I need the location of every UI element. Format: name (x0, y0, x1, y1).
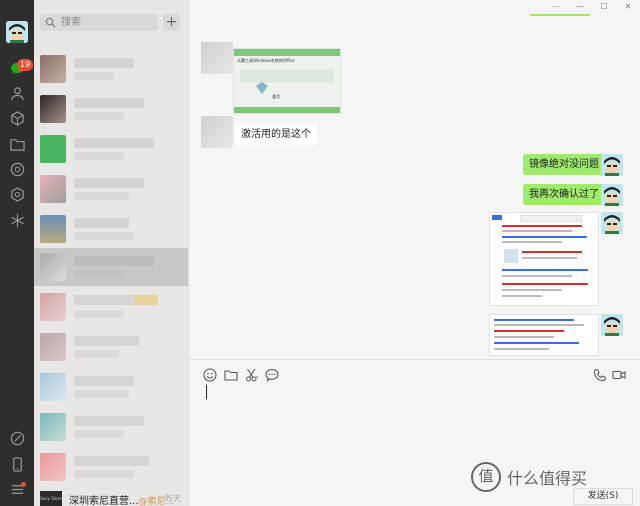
file-icon[interactable] (224, 368, 238, 382)
contact-avatar[interactable] (201, 42, 233, 74)
text-cursor[interactable] (206, 385, 207, 399)
my-avatar (601, 154, 623, 176)
conversation-item[interactable] (34, 368, 188, 406)
sent-image[interactable] (489, 314, 599, 356)
maximize-button[interactable]: ☐ (597, 2, 611, 11)
conversation-list: 搜索 + Sony Store 深圳索尼直营...@索尼... 昨天 (34, 0, 188, 506)
search-icon (45, 17, 56, 28)
conversation-item[interactable] (34, 288, 188, 326)
conversation-time: 昨天 (165, 494, 181, 503)
nav-bar: 19 (0, 0, 34, 506)
menu-red-dot (21, 482, 26, 487)
link-icon[interactable] (9, 430, 25, 446)
image-diamond-icon (256, 82, 268, 94)
my-avatar[interactable] (6, 21, 28, 43)
phone-icon[interactable] (9, 456, 25, 472)
more-button[interactable]: ⋯ (549, 2, 563, 11)
watermark-icon: 值 (471, 462, 501, 492)
emoji-icon[interactable] (203, 368, 217, 382)
my-avatar (601, 314, 623, 336)
search-box[interactable]: 搜索 (40, 14, 158, 31)
conversation-item-sony[interactable]: Sony Store 深圳索尼直营...@索尼... 昨天 (34, 487, 188, 506)
send-button[interactable]: 发送(S) (573, 488, 633, 505)
conversation-item[interactable] (34, 50, 188, 88)
chat-panel: ⋯ — ☐ ✕ 天翼工具Windows系统和Office 激活 激活用的是这个 … (188, 0, 640, 506)
moments-icon[interactable] (9, 161, 25, 177)
sent-message: 镜像绝对没问题 (523, 154, 605, 175)
message-area: 天翼工具Windows系统和Office 激活 激活用的是这个 镜像绝对没问题 … (189, 14, 640, 359)
search-placeholder: 搜索 (61, 17, 81, 28)
sent-message: 我再次确认过了 (523, 184, 605, 205)
image-title-text: 天翼工具Windows系统和Office (237, 58, 295, 63)
video-call-icon[interactable] (612, 368, 626, 382)
conversation-item[interactable] (34, 170, 188, 208)
conversation-item[interactable] (34, 210, 188, 248)
watermark: 值 什么值得买 (471, 462, 587, 492)
settings-hex-icon[interactable] (9, 186, 25, 202)
my-avatar (601, 184, 623, 206)
screenshot-icon[interactable] (245, 368, 259, 382)
add-chat-button[interactable]: + (163, 14, 180, 31)
voice-call-icon[interactable] (593, 368, 607, 382)
unread-badge: 19 (17, 59, 33, 71)
contacts-icon[interactable] (9, 85, 25, 101)
sent-image[interactable] (489, 212, 599, 306)
minimize-button[interactable]: — (573, 2, 587, 11)
conversation-item[interactable] (34, 130, 188, 168)
watermark-text: 什么值得买 (507, 469, 588, 488)
my-message-bubble-partial (529, 14, 591, 16)
image-activate-text: 激活 (272, 94, 280, 99)
sony-avatar: Sony Store (40, 491, 62, 506)
mini-program-icon[interactable] (9, 212, 25, 228)
chat-history-icon[interactable] (265, 368, 279, 382)
conversation-item[interactable] (34, 328, 188, 366)
conversation-item[interactable] (34, 90, 188, 128)
conversation-item[interactable] (34, 448, 188, 486)
window-controls: ⋯ — ☐ ✕ (549, 2, 635, 11)
folder-icon[interactable] (9, 136, 25, 152)
conversation-item[interactable] (34, 408, 188, 446)
conversation-name: 深圳索尼直营...@索尼... (69, 496, 175, 506)
my-avatar (601, 212, 623, 234)
composer-toolbar (189, 359, 640, 390)
collection-icon[interactable] (9, 110, 25, 126)
received-message: 激活用的是这个 (235, 124, 317, 145)
contact-avatar[interactable] (201, 116, 233, 148)
conversation-item-selected[interactable] (34, 248, 188, 286)
received-image[interactable]: 天翼工具Windows系统和Office 激活 (233, 48, 341, 114)
close-button[interactable]: ✕ (621, 2, 635, 11)
